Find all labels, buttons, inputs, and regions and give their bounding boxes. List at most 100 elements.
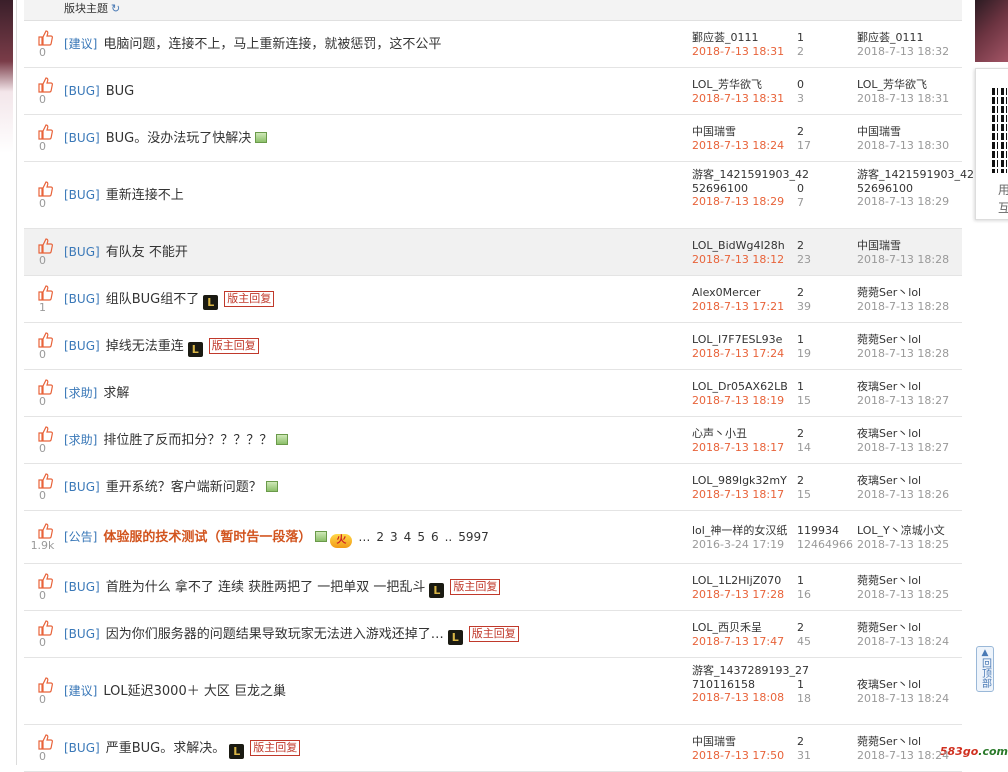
thread-title-link[interactable]: 重新连接不上 bbox=[106, 188, 184, 203]
author-name[interactable]: LOL_I7F7ESL93e bbox=[692, 333, 810, 347]
author-name[interactable]: 中国瑞雪 bbox=[692, 735, 810, 749]
page-link[interactable]: 5997 bbox=[458, 530, 489, 544]
thread-title-link[interactable]: 有队友 不能开 bbox=[106, 245, 188, 260]
table-row[interactable]: 0 [BUG] 有队友 不能开 LOL_BidWg4I28h 2018-7-13 18:… bbox=[24, 229, 962, 276]
thumbs-up-icon[interactable] bbox=[37, 734, 53, 750]
author-name[interactable]: LOL_1L2HIjZ070 bbox=[692, 574, 810, 588]
thread-title-link[interactable]: 电脑问题，连接不上，马上重新连接，就被惩罚，这不公平 bbox=[103, 37, 441, 52]
last-reply-user[interactable]: 夜璃Ser丶lol bbox=[857, 427, 975, 441]
last-reply-user[interactable]: 中国瑞雪 bbox=[857, 125, 975, 139]
last-reply-user[interactable]: 菀菀Ser丶lol bbox=[857, 574, 975, 588]
page-link[interactable]: 3 bbox=[390, 530, 398, 544]
author-name[interactable]: LOL_989lgk32mY bbox=[692, 474, 810, 488]
author-name[interactable]: Alex0Mercer bbox=[692, 286, 810, 300]
thumbs-up-icon[interactable] bbox=[37, 473, 53, 489]
author-name[interactable]: LOL_Dr05AX62LB bbox=[692, 380, 810, 394]
thread-tag[interactable]: [BUG] bbox=[64, 245, 100, 259]
page-link[interactable]: .. bbox=[445, 530, 453, 544]
page-link[interactable]: 4 bbox=[404, 530, 412, 544]
author-name[interactable]: LOL_BidWg4I28h bbox=[692, 239, 810, 253]
thread-tag[interactable]: [BUG] bbox=[64, 84, 100, 98]
last-reply-user[interactable]: LOL_芳华欲飞 bbox=[857, 78, 975, 92]
thumbs-up-icon[interactable] bbox=[37, 379, 53, 395]
thread-title-link[interactable]: 组队BUG组不了 bbox=[106, 292, 200, 307]
thread-tag[interactable]: [BUG] bbox=[64, 580, 100, 594]
thread-title-link[interactable]: 排位胜了反而扣分？？？？？ bbox=[103, 433, 272, 448]
page-link[interactable]: 6 bbox=[431, 530, 439, 544]
thumbs-up-icon[interactable] bbox=[37, 426, 53, 442]
author-name[interactable]: 中国瑞雪 bbox=[692, 125, 810, 139]
thumbs-up-icon[interactable] bbox=[37, 573, 53, 589]
last-reply-user[interactable]: LOL_Y丶凉城小文 bbox=[857, 524, 975, 538]
table-row[interactable]: 0 [BUG] 重开系统？客户端新问题？ LOL_989lgk32mY 2018-7-1… bbox=[24, 464, 962, 511]
last-reply-user[interactable]: 菀菀Ser丶lol bbox=[857, 286, 975, 300]
qr-code-panel[interactable]: 用 互 bbox=[975, 68, 1008, 220]
table-row[interactable]: 0 [建议] 电脑问题，连接不上，马上重新连接，就被惩罚，这不公平 鄞应荟_0111 2… bbox=[24, 21, 962, 68]
last-reply-user[interactable]: 夜璃Ser丶lol bbox=[857, 678, 975, 692]
back-to-top-button[interactable]: ▲ 回顶部 bbox=[976, 646, 994, 692]
last-reply-user[interactable]: 菀菀Ser丶lol bbox=[857, 735, 975, 749]
table-row[interactable]: 1 [BUG] 组队BUG组不了 L 版主回复 Alex0Mercer 2018-7-13 … bbox=[24, 276, 962, 323]
thread-tag[interactable]: [BUG] bbox=[64, 627, 100, 641]
refresh-icon[interactable]: ↻ bbox=[111, 2, 120, 15]
thread-title-link[interactable]: 严重BUG。求解决。 bbox=[106, 741, 226, 756]
last-reply-user[interactable]: 夜璃Ser丶lol bbox=[857, 380, 975, 394]
last-reply-user[interactable]: 菀菀Ser丶lol bbox=[857, 621, 975, 635]
table-row[interactable]: 0 [BUG] BUG。没办法玩了快解决 中国瑞雪 2018-7-13 18:24 2 17… bbox=[24, 115, 962, 162]
thread-tag[interactable]: [BUG] bbox=[64, 339, 100, 353]
last-reply-user[interactable]: 中国瑞雪 bbox=[857, 239, 975, 253]
thread-tag[interactable]: [BUG] bbox=[64, 292, 100, 306]
thread-title-link[interactable]: 掉线无法重连 bbox=[106, 339, 184, 354]
last-reply-user[interactable]: 游客_1421591903_4252696100 bbox=[857, 168, 975, 195]
thread-tag[interactable]: [BUG] bbox=[64, 480, 100, 494]
thread-title-link[interactable]: 求解 bbox=[103, 386, 129, 401]
page-link[interactable]: 2 bbox=[376, 530, 384, 544]
thread-title-link[interactable]: 首胜为什么 拿不了 连续 获胜两把了 一把单双 一把乱斗 bbox=[106, 580, 426, 595]
author-name[interactable]: 游客_1437289193_27710116158 bbox=[692, 664, 810, 691]
thumbs-up-icon[interactable] bbox=[37, 332, 53, 348]
author-name[interactable]: 心声丶小丑 bbox=[692, 427, 810, 441]
table-row[interactable]: 0 [求助] 排位胜了反而扣分？？？？？ 心声丶小丑 2018-7-13 18:17 2 1… bbox=[24, 417, 962, 464]
thread-title-link[interactable]: 因为你们服务器的问题结果导致玩家无法进入游戏还掉了… bbox=[106, 627, 444, 642]
thumbs-up-icon[interactable] bbox=[37, 677, 53, 693]
thumbs-up-icon[interactable] bbox=[37, 620, 53, 636]
thread-title-link[interactable]: BUG bbox=[106, 84, 135, 99]
table-row[interactable]: 0 [求助] 求解 LOL_Dr05AX62LB 2018-7-13 18:19 1 15 夜… bbox=[24, 370, 962, 417]
thumbs-up-icon[interactable] bbox=[37, 124, 53, 140]
thread-tag[interactable]: [建议] bbox=[64, 684, 97, 698]
last-reply-user[interactable]: 夜璃Ser丶lol bbox=[857, 474, 975, 488]
thread-tag[interactable]: [BUG] bbox=[64, 131, 100, 145]
thread-title-link[interactable]: BUG。没办法玩了快解决 bbox=[106, 131, 252, 146]
author-name[interactable]: 游客_1421591903_4252696100 bbox=[692, 168, 810, 195]
table-row[interactable]: 0 [建议] LOL延迟3000＋ 大区 巨龙之巢 游客_1437289193_277… bbox=[24, 658, 962, 725]
thread-tag[interactable]: [建议] bbox=[64, 37, 97, 51]
thread-tag[interactable]: [求助] bbox=[64, 433, 97, 447]
thumbs-up-icon[interactable] bbox=[37, 523, 53, 539]
author-name[interactable]: 鄞应荟_0111 bbox=[692, 31, 810, 45]
author-name[interactable]: LOL_芳华欲飞 bbox=[692, 78, 810, 92]
table-row[interactable]: 0 [BUG] 因为你们服务器的问题结果导致玩家无法进入游戏还掉了… L 版主回复 LOL… bbox=[24, 611, 962, 658]
thread-tag[interactable]: [BUG] bbox=[64, 741, 100, 755]
table-row[interactable]: 0 [BUG] 掉线无法重连 L 版主回复 LOL_I7F7ESL93e 2018-7-13… bbox=[24, 323, 962, 370]
thread-title-link[interactable]: 体验服的技术测试（暂时告一段落） bbox=[103, 530, 311, 545]
table-row[interactable]: 0 [BUG] 重新连接不上 游客_1421591903_4252696100 2018… bbox=[24, 162, 974, 229]
author-name[interactable]: LOL_西贝禾呈 bbox=[692, 621, 810, 635]
thumbs-up-icon[interactable] bbox=[37, 181, 53, 197]
page-link[interactable]: 5 bbox=[417, 530, 425, 544]
page-link[interactable]: … bbox=[358, 530, 370, 544]
thumbs-up-icon[interactable] bbox=[37, 238, 53, 254]
last-reply-user[interactable]: 鄞应荟_0111 bbox=[857, 31, 975, 45]
thumbs-up-icon[interactable] bbox=[37, 77, 53, 93]
thumbs-up-icon[interactable] bbox=[37, 285, 53, 301]
table-row[interactable]: 0 [BUG] BUG LOL_芳华欲飞 2018-7-13 18:31 0 3 LOL_芳华… bbox=[24, 68, 962, 115]
thumbs-up-icon[interactable] bbox=[37, 30, 53, 46]
table-row[interactable]: 0 [BUG] 首胜为什么 拿不了 连续 获胜两把了 一把单双 一把乱斗 L 版主回复 L… bbox=[24, 564, 962, 611]
thread-title-link[interactable]: LOL延迟3000＋ 大区 巨龙之巢 bbox=[103, 684, 286, 699]
table-row[interactable]: 1.9k [公告] 体验服的技术测试（暂时告一段落） 火 … 2 3 4 5 6.. 5997 lol… bbox=[24, 511, 962, 564]
thread-tag[interactable]: [BUG] bbox=[64, 188, 100, 202]
thread-tag[interactable]: [求助] bbox=[64, 386, 97, 400]
author-name[interactable]: lol_神一样的女汉纸 bbox=[692, 524, 810, 538]
last-reply-user[interactable]: 菀菀Ser丶lol bbox=[857, 333, 975, 347]
thread-tag[interactable]: [公告] bbox=[64, 530, 97, 544]
thread-title-link[interactable]: 重开系统？客户端新问题？ bbox=[106, 480, 262, 495]
